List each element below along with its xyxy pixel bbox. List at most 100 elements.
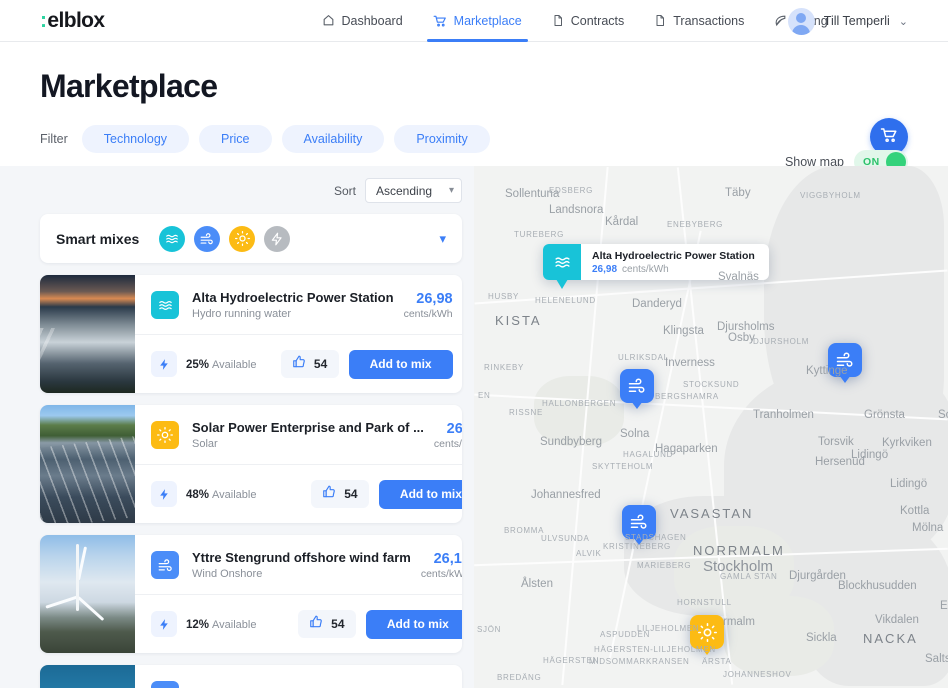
listing-title: Alta Hydroelectric Power Station: [192, 290, 394, 305]
nav-item-dashboard[interactable]: Dashboard: [320, 0, 405, 42]
add-to-mix-button[interactable]: Add to mix: [365, 609, 462, 639]
map-panel[interactable]: Alta Hydroelectric Power Station 26,98 ce…: [474, 166, 948, 688]
availability-label: Available: [212, 489, 257, 501]
nav-item-label: Dashboard: [341, 13, 403, 28]
availability-label: Available: [212, 359, 257, 371]
map-popup-text: Alta Hydroelectric Power Station 26,98 ce…: [581, 244, 769, 280]
listing-card[interactable]: Alta Hydroelectric Power Station Hydro r…: [40, 275, 462, 393]
like-button[interactable]: 54: [297, 610, 356, 638]
logo-dots: :: [40, 9, 47, 32]
avatar: [787, 7, 815, 35]
listing-body: Solar Power Enterprise and Park of ... S…: [135, 405, 462, 523]
hydro-icon[interactable]: [159, 225, 186, 252]
like-button[interactable]: 54: [310, 480, 369, 508]
listing-header: Solar Power Enterprise and Park of ... S…: [135, 405, 462, 465]
filter-chip-availability[interactable]: Availability: [281, 125, 385, 153]
thumbs-up-icon: [322, 485, 336, 504]
page-title: Marketplace: [40, 68, 218, 104]
map-pin-wind[interactable]: [622, 505, 656, 545]
map-popup-price-row: 26,98 cents/kWh: [592, 264, 755, 275]
listing-price: 26,98: [416, 290, 453, 307]
listing-thumbnail: [40, 275, 135, 393]
listing-header: Yttre Stengrund offshore wind farm Wind …: [135, 535, 462, 595]
hydro-icon: [151, 291, 179, 319]
nav-item-contracts[interactable]: Contracts: [550, 0, 627, 42]
thumbs-up-icon: [309, 615, 323, 634]
map-pin-solar[interactable]: [690, 615, 724, 655]
nav-links: Dashboard Marketplace Contracts Transact…: [320, 0, 830, 42]
listing-type: Wind Onshore: [192, 568, 263, 580]
map-popup-unit: cents/kWh: [622, 263, 669, 275]
smart-mixes-row[interactable]: Smart mixes ▾: [40, 214, 462, 263]
home-icon: [322, 14, 335, 27]
listing-price-block: 26,98 cents/kWh: [404, 291, 453, 320]
listings-pane: Sort Ascending ▾ Smart mixes ▾ Alta Hydr…: [0, 166, 474, 688]
filter-chip-price[interactable]: Price: [199, 125, 272, 153]
top-navigation-bar: :elblox Dashboard Marketplace Contracts: [0, 0, 948, 42]
availability-block: 12% Available: [151, 611, 256, 637]
add-to-mix-button[interactable]: Add to mix: [378, 479, 462, 509]
chevron-down-icon[interactable]: ▾: [439, 231, 446, 247]
sort-label: Sort: [333, 183, 356, 198]
listing-price-unit: cents/kWh: [403, 307, 453, 320]
listing-body: Näsudden 26,18: [135, 665, 462, 688]
cart-icon: [433, 14, 447, 28]
availability-percent: 12%: [186, 619, 210, 631]
filter-chip-proximity[interactable]: Proximity: [394, 125, 490, 153]
bolt-icon: [151, 481, 177, 507]
availability-percent: 25%: [186, 359, 210, 371]
listing-card[interactable]: Yttre Stengrund offshore wind farm Wind …: [40, 535, 462, 653]
sort-row: Sort Ascending ▾: [0, 166, 474, 203]
app-logo[interactable]: : elblox: [40, 9, 105, 33]
user-profile-menu[interactable]: Till Temperli ⌄: [787, 0, 908, 42]
cart-icon: [880, 126, 898, 149]
nav-item-marketplace[interactable]: Marketplace: [426, 0, 528, 42]
listing-names: Alta Hydroelectric Power Station Hydro r…: [192, 290, 394, 320]
page-header: Marketplace Filter Technology Price Avai…: [0, 42, 948, 174]
map-pin-wind[interactable]: [828, 343, 862, 383]
listing-price-block: 26,18 cents/kWh: [421, 551, 462, 580]
map-popup-price: 26,98: [592, 263, 618, 275]
bolt-icon: [151, 611, 177, 637]
bolt-icon: [151, 351, 177, 377]
map-popup-card[interactable]: Alta Hydroelectric Power Station 26,98 ce…: [543, 244, 769, 289]
nav-item-label: Transactions: [673, 13, 745, 28]
filter-row: Filter Technology Price Availability Pro…: [40, 125, 908, 153]
listing-price: 26,18: [433, 550, 462, 567]
listing-type: Solar: [192, 438, 218, 450]
nav-item-label: Contracts: [570, 13, 625, 28]
decor-blade: [45, 596, 79, 610]
bolt-icon[interactable]: [264, 225, 291, 252]
wind-icon: [151, 551, 179, 579]
like-count: 54: [331, 617, 345, 631]
document-icon: [552, 14, 564, 27]
decor-blade: [77, 546, 87, 580]
sort-select[interactable]: Ascending ▾: [365, 178, 462, 203]
wind-icon[interactable]: [194, 225, 221, 252]
listing-thumbnail: [40, 405, 135, 523]
chevron-down-icon: ⌄: [898, 15, 908, 28]
thumbs-up-icon: [292, 355, 306, 374]
filter-chip-technology[interactable]: Technology: [81, 125, 190, 153]
listing-header: Näsudden 26,18: [135, 665, 462, 688]
listing-names: Yttre Stengrund offshore wind farm Wind …: [192, 550, 411, 580]
listing-title: Solar Power Enterprise and Park of ...: [192, 420, 424, 435]
solar-icon[interactable]: [229, 225, 256, 252]
map-park: [724, 596, 834, 676]
user-name: Till Temperli: [823, 14, 890, 28]
smart-mixes-title: Smart mixes: [56, 230, 140, 247]
listing-price: 26,43: [446, 420, 462, 437]
listing-card[interactable]: Solar Power Enterprise and Park of ... S…: [40, 405, 462, 523]
map-park: [534, 376, 624, 446]
listings-list: Smart mixes ▾ Alta Hydroelectric Power S…: [0, 203, 474, 688]
availability-percent: 48%: [186, 489, 210, 501]
like-button[interactable]: 54: [280, 350, 339, 378]
add-to-mix-button[interactable]: Add to mix: [348, 349, 453, 379]
nav-item-label: Marketplace: [453, 13, 522, 28]
listing-price-block: 26,43 cents/kWh: [434, 421, 462, 450]
decor-blade: [77, 596, 105, 621]
map-pin-wind[interactable]: [620, 369, 654, 409]
listing-header: Alta Hydroelectric Power Station Hydro r…: [135, 275, 462, 335]
listing-card[interactable]: Näsudden 26,18: [40, 665, 462, 688]
nav-item-transactions[interactable]: Transactions: [652, 0, 746, 42]
